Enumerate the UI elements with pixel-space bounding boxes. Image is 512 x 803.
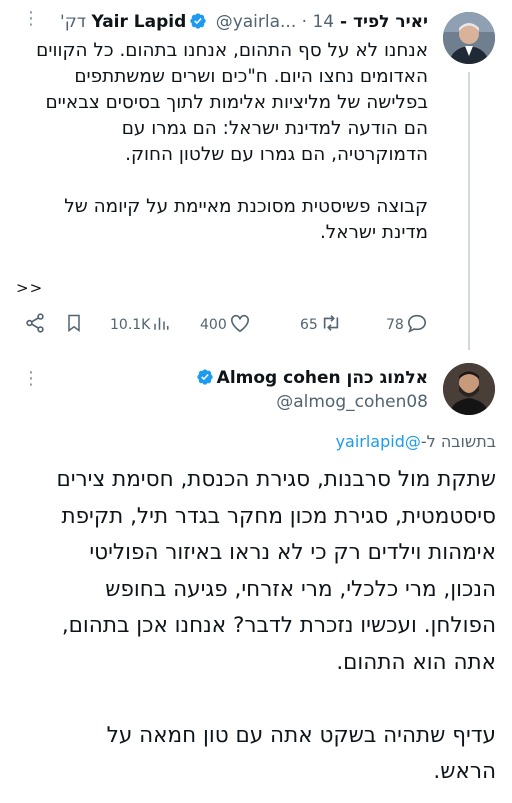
bookmark-button[interactable] [64,312,84,338]
tweet-action-bar: 10.1K 400 65 78 [0,313,512,337]
replies-count: 78 [386,317,404,333]
share-button[interactable] [24,312,46,338]
reply-author-display-name[interactable]: אלמוג כהן Almog cohen [217,368,428,388]
views-count: 10.1K [110,317,151,333]
reply-tweet-header: אלמוג כהן Almog cohen [193,368,428,391]
reply-button[interactable]: 78 [386,313,428,337]
replying-to-prefix: בתשובה ל- [420,432,496,451]
author-handle[interactable]: @yairla... [216,12,297,32]
reply-author-handle[interactable]: @almog_cohen08 [276,392,428,412]
main-tweet-header: יאיר לפיד - Yair Lapid @yairla... · 14 ד… [60,12,428,35]
heart-icon [229,313,251,337]
verified-badge-icon [189,12,207,35]
reply-bubble-icon [406,313,428,337]
reply-verified-badge-icon [196,368,214,391]
retweets-count: 65 [300,317,318,333]
share-icon [24,312,46,338]
likes-count: 400 [200,317,227,333]
like-button[interactable]: 400 [200,313,251,337]
show-more-indicator[interactable]: >> [16,279,43,297]
more-options-icon[interactable]: ⋮ [22,10,40,28]
bookmark-icon [64,312,84,338]
main-tweet-text: אנחנו לא על סף התהום, אנחנו בתהום. כל הק… [36,40,428,243]
views-chart-icon [152,314,170,336]
reply-tweet-text: שתקת מול סרבנות, סגירת הכנסת, חסימת צירי… [56,467,496,784]
retweet-icon [320,313,342,337]
views-button[interactable]: 10.1K [110,314,170,336]
avatar-almog-cohen[interactable] [443,363,495,415]
avatar-yair-lapid[interactable] [443,12,495,64]
retweet-button[interactable]: 65 [300,313,342,337]
thread-connector-line [468,72,470,350]
reply-more-options-icon[interactable]: ⋮ [22,370,40,388]
separator-dot: · [301,12,308,32]
replying-to-line: בתשובה ל-@yairlapid [336,432,496,451]
replying-to-link[interactable]: @yairlapid [336,432,421,451]
